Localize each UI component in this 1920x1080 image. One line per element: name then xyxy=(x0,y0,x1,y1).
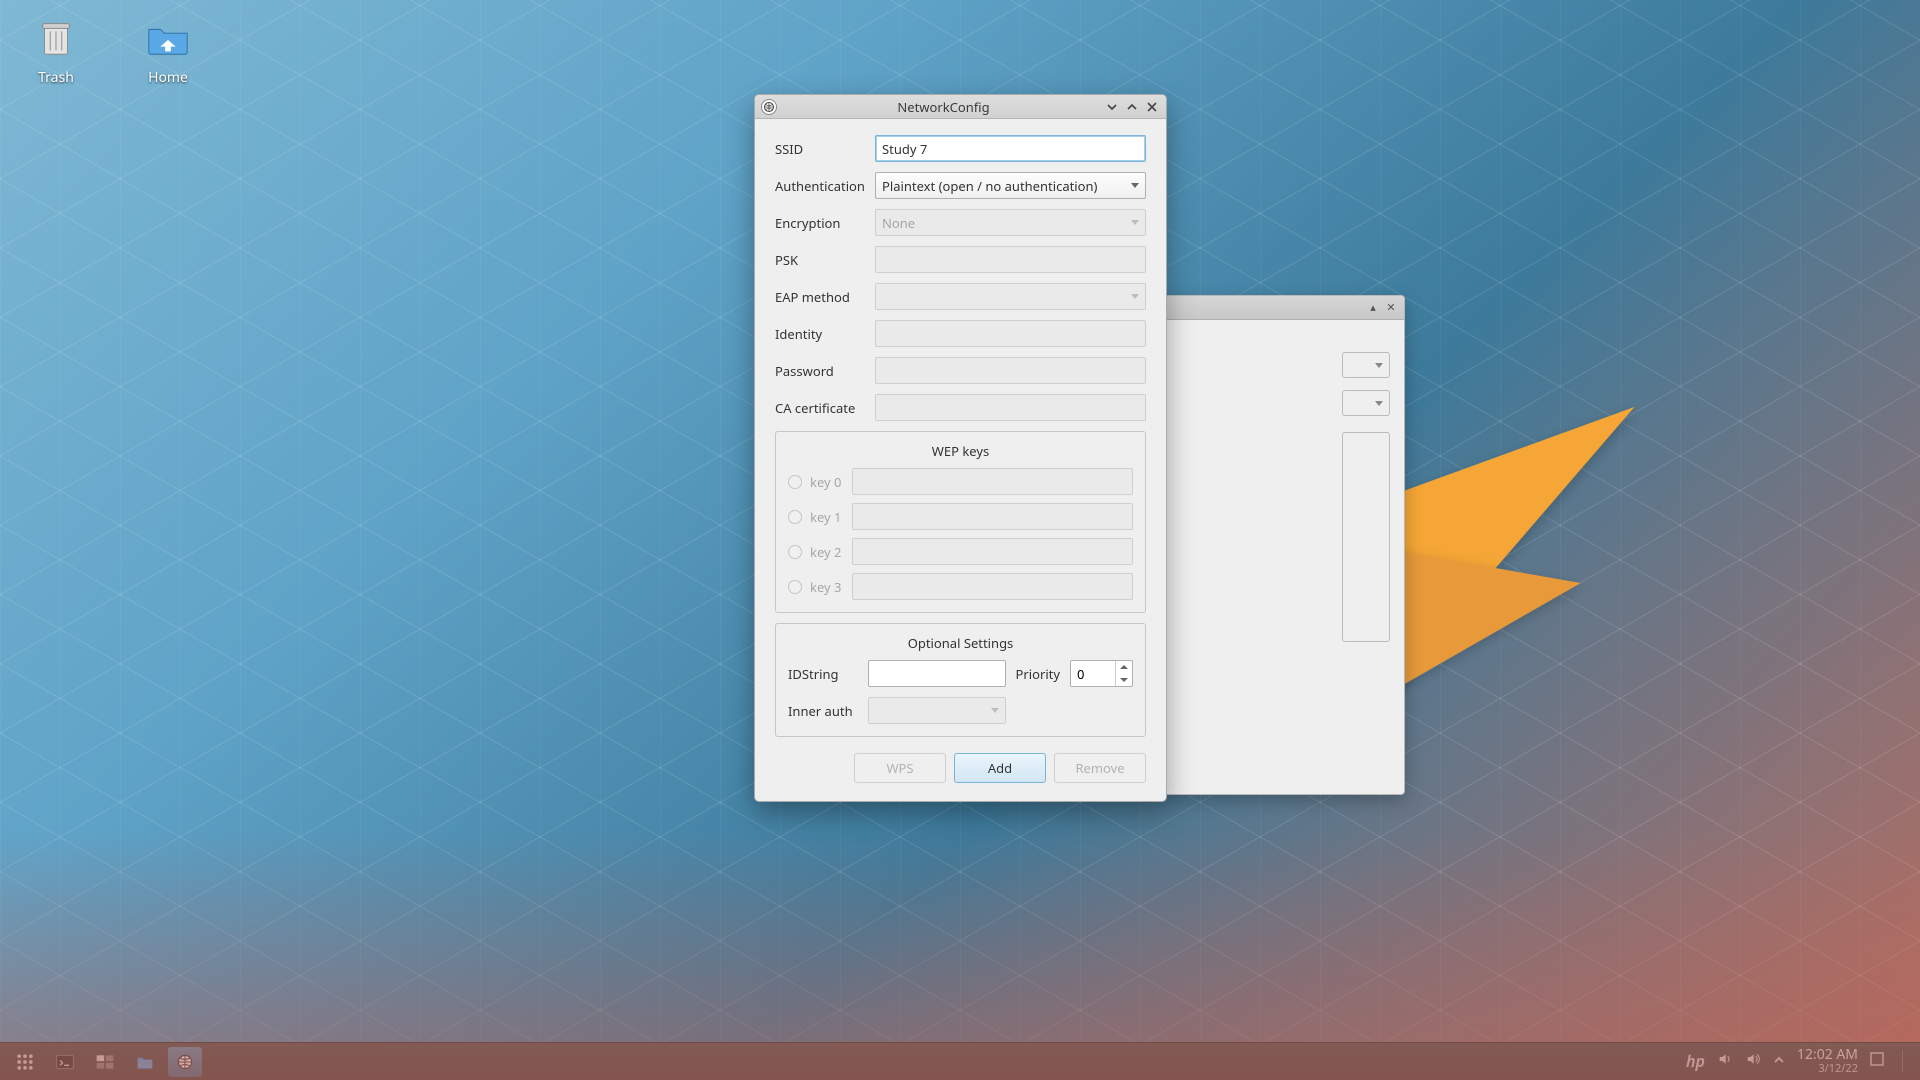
maximize-icon[interactable]: ▴ xyxy=(1366,301,1380,315)
taskbar-clock[interactable]: 12:02 AM 3/12/22 xyxy=(1797,1047,1858,1076)
encryption-value: None xyxy=(882,214,915,232)
close-button[interactable] xyxy=(1144,99,1160,115)
chevron-down-icon xyxy=(1131,294,1139,299)
wep-key-row: key 1 xyxy=(788,503,1133,530)
wep-key-radio xyxy=(788,475,802,489)
desktop: Trash Home ▴ ✕ NetworkConfig xyxy=(0,0,1920,1080)
encryption-label: Encryption xyxy=(775,214,875,232)
wep-key-row: key 3 xyxy=(788,573,1133,600)
psk-label: PSK xyxy=(775,251,875,269)
ca-certificate-input xyxy=(875,394,1146,421)
wep-key-input-0 xyxy=(852,468,1133,495)
encryption-select: None xyxy=(875,209,1146,236)
background-panel xyxy=(1342,432,1390,642)
wep-key-label: key 2 xyxy=(810,543,852,561)
authentication-label: Authentication xyxy=(775,177,875,195)
system-tray: hp 12:02 AM 3/12/22 xyxy=(1686,1047,1912,1076)
taskbar: hp 12:02 AM 3/12/22 xyxy=(0,1042,1920,1080)
optional-settings-group: Optional Settings IDString Priority Inne… xyxy=(775,623,1146,737)
titlebar[interactable]: NetworkConfig xyxy=(755,95,1166,119)
taskbar-files-icon[interactable] xyxy=(128,1047,162,1077)
show-desktop-strip[interactable] xyxy=(1902,1050,1912,1072)
authentication-value: Plaintext (open / no authentication) xyxy=(882,177,1097,195)
maximize-button[interactable] xyxy=(1124,99,1140,115)
spinner-up-icon[interactable] xyxy=(1116,661,1132,674)
wep-key-label: key 1 xyxy=(810,508,852,526)
eap-method-select xyxy=(875,283,1146,310)
inner-auth-label: Inner auth xyxy=(788,702,858,720)
wep-key-input-1 xyxy=(852,503,1133,530)
wep-key-input-3 xyxy=(852,573,1133,600)
wep-key-input-2 xyxy=(852,538,1133,565)
password-label: Password xyxy=(775,362,875,380)
authentication-select[interactable]: Plaintext (open / no authentication) xyxy=(875,172,1146,199)
priority-spinner[interactable] xyxy=(1070,660,1133,687)
wep-key-label: key 0 xyxy=(810,473,852,491)
identity-label: Identity xyxy=(775,325,875,343)
clock-time: 12:02 AM xyxy=(1797,1047,1858,1063)
network-config-dialog: NetworkConfig SSID Authentication Plaint… xyxy=(754,94,1167,802)
chevron-down-icon xyxy=(991,708,999,713)
priority-label: Priority xyxy=(1016,665,1061,683)
priority-input[interactable] xyxy=(1071,661,1115,686)
optional-settings-title: Optional Settings xyxy=(788,634,1133,652)
window-title: NetworkConfig xyxy=(783,98,1104,116)
psk-input xyxy=(875,246,1146,273)
add-button[interactable]: Add xyxy=(954,753,1046,783)
minimize-button[interactable] xyxy=(1104,99,1120,115)
chevron-down-icon xyxy=(1131,220,1139,225)
background-window[interactable]: ▴ ✕ xyxy=(1160,295,1405,795)
clock-date: 3/12/22 xyxy=(1797,1063,1858,1076)
eap-method-label: EAP method xyxy=(775,288,875,306)
desktop-icon-label: Home xyxy=(118,68,218,87)
folder-home-icon xyxy=(141,10,195,64)
wep-key-row: key 0 xyxy=(788,468,1133,495)
volume-icon[interactable] xyxy=(1745,1051,1761,1071)
taskbar-workspaces-icon[interactable] xyxy=(88,1047,122,1077)
desktop-icon-label: Trash xyxy=(6,68,106,87)
remove-button: Remove xyxy=(1054,753,1146,783)
wep-key-radio xyxy=(788,545,802,559)
wep-key-radio xyxy=(788,510,802,524)
tray-chevron-icon[interactable] xyxy=(1773,1053,1785,1070)
trash-icon xyxy=(29,10,83,64)
ssid-label: SSID xyxy=(775,140,875,158)
app-icon xyxy=(761,99,777,115)
volume-icon[interactable] xyxy=(1717,1051,1733,1071)
wep-key-label: key 3 xyxy=(810,578,852,596)
start-menu-button[interactable] xyxy=(8,1047,42,1077)
wep-key-row: key 2 xyxy=(788,538,1133,565)
background-select[interactable] xyxy=(1342,390,1390,416)
close-icon[interactable]: ✕ xyxy=(1384,301,1398,315)
background-select[interactable] xyxy=(1342,352,1390,378)
idstring-input[interactable] xyxy=(868,660,1006,687)
spinner-down-icon[interactable] xyxy=(1116,674,1132,687)
wep-key-radio xyxy=(788,580,802,594)
inner-auth-select xyxy=(868,697,1006,724)
wep-keys-group: WEP keys key 0 key 1 key 2 xyxy=(775,431,1146,613)
taskbar-network-config-icon[interactable] xyxy=(168,1047,202,1077)
ca-certificate-label: CA certificate xyxy=(775,399,875,417)
wps-button: WPS xyxy=(854,753,946,783)
chevron-down-icon xyxy=(1131,183,1139,188)
taskbar-terminal-icon[interactable] xyxy=(48,1047,82,1077)
desktop-icon-trash[interactable]: Trash xyxy=(6,10,106,87)
idstring-label: IDString xyxy=(788,665,858,683)
desktop-icon-home[interactable]: Home xyxy=(118,10,218,87)
wep-keys-title: WEP keys xyxy=(788,442,1133,460)
brand-logo: hp xyxy=(1686,1050,1705,1072)
show-desktop-icon[interactable] xyxy=(1870,1052,1884,1070)
password-input xyxy=(875,357,1146,384)
ssid-input[interactable] xyxy=(875,135,1146,162)
identity-input xyxy=(875,320,1146,347)
